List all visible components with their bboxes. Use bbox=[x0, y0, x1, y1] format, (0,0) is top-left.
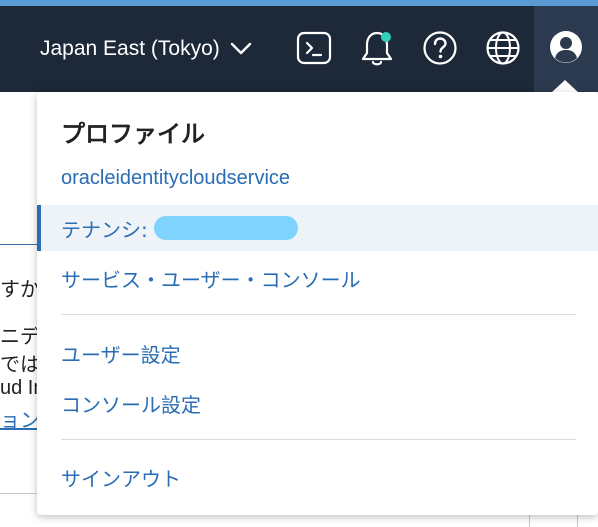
section-divider bbox=[0, 244, 40, 245]
sign-out-label: サインアウト bbox=[61, 466, 181, 491]
menu-divider bbox=[61, 314, 576, 315]
cloud-shell-button[interactable] bbox=[294, 28, 334, 68]
language-button[interactable] bbox=[483, 28, 523, 68]
profile-user-link[interactable]: oracleidentitycloudservice bbox=[37, 155, 598, 201]
service-user-console-label: サービス・ユーザー・コンソール bbox=[61, 267, 361, 292]
notifications-button[interactable] bbox=[357, 28, 397, 68]
console-settings-link[interactable]: コンソール設定 bbox=[37, 380, 598, 426]
user-settings-link[interactable]: ユーザー設定 bbox=[37, 330, 598, 376]
menu-divider bbox=[61, 439, 576, 440]
region-selector[interactable]: Japan East (Tokyo) bbox=[40, 32, 252, 66]
text-fragment: ニデし bbox=[0, 324, 40, 348]
notification-dot bbox=[381, 32, 391, 42]
top-navigation-bar: Japan East (Tokyo) bbox=[0, 6, 598, 92]
tenancy-label: テナンシ: bbox=[61, 217, 148, 242]
text-fragment: ud In bbox=[0, 377, 40, 399]
user-icon bbox=[549, 30, 583, 68]
globe-icon bbox=[485, 30, 521, 66]
text-fragment: では bbox=[0, 352, 40, 376]
text-fragment: すか bbox=[0, 277, 40, 301]
console-settings-label: コンソール設定 bbox=[61, 392, 201, 417]
user-settings-label: ユーザー設定 bbox=[61, 342, 181, 367]
profile-menu-title: プロファイル bbox=[61, 120, 205, 148]
service-user-console-link[interactable]: サービス・ユーザー・コンソール bbox=[37, 255, 598, 301]
text-link-fragment[interactable]: ョン bbox=[0, 404, 40, 433]
chevron-down-icon bbox=[230, 42, 252, 56]
region-label: Japan East (Tokyo) bbox=[40, 37, 220, 60]
bell-icon bbox=[357, 28, 397, 68]
tenancy-link[interactable]: テナンシ: bbox=[37, 205, 598, 251]
help-icon bbox=[422, 30, 458, 66]
user-name: oracleidentitycloudservice bbox=[61, 166, 291, 189]
profile-dropdown-menu: プロファイル oracleidentitycloudservice テナンシ: … bbox=[37, 92, 598, 515]
sign-out-link[interactable]: サインアウト bbox=[37, 454, 598, 500]
redacted-tenancy-name bbox=[153, 216, 298, 240]
help-button[interactable] bbox=[420, 28, 460, 68]
cloud-shell-icon bbox=[296, 30, 332, 66]
section-divider bbox=[0, 493, 40, 494]
